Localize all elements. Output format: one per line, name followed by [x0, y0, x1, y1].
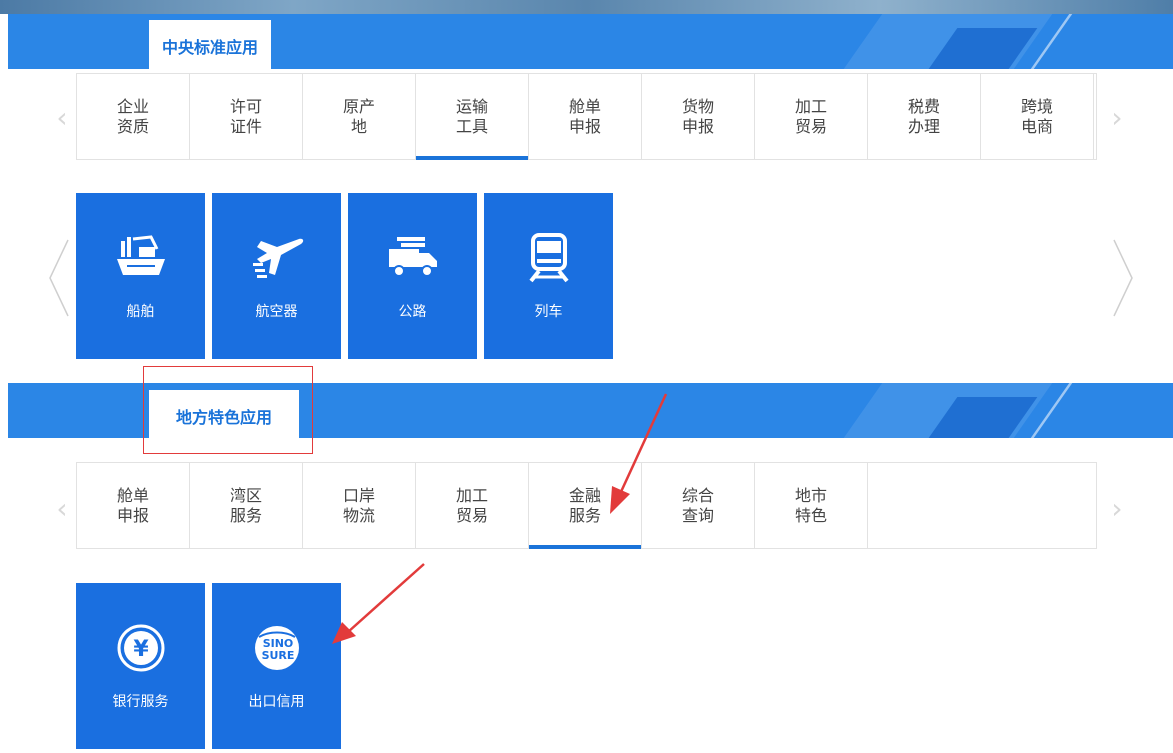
- local-tab[interactable]: 综合 查询: [642, 463, 755, 548]
- central-tiles-next-icon[interactable]: [1110, 238, 1136, 318]
- svg-text:¥: ¥: [133, 637, 149, 662]
- local-tile[interactable]: SINO SURE 出口信用: [212, 583, 341, 749]
- tile-label: 列车: [534, 304, 563, 320]
- central-tile[interactable]: 列车: [484, 193, 613, 359]
- airplane-icon: [247, 233, 307, 283]
- central-tab[interactable]: 许可 证件: [190, 74, 303, 159]
- central-tile[interactable]: 公路: [348, 193, 477, 359]
- local-tab[interactable]: 湾区 服务: [190, 463, 303, 548]
- central-section-title[interactable]: 中央标准应用: [149, 20, 271, 72]
- central-tab[interactable]: 运输 工具: [416, 74, 529, 160]
- sinosure-logo-icon: SINO SURE: [247, 623, 307, 673]
- central-tabs-empty-area: [1094, 74, 1096, 159]
- top-banner-image: [0, 0, 1173, 14]
- local-tiles: ¥ 银行服务 SINO SURE 出口信用: [76, 583, 341, 749]
- tile-label: 航空器: [255, 304, 298, 320]
- central-tab[interactable]: 企业 资质: [77, 74, 190, 159]
- local-tab[interactable]: 地市 特色: [755, 463, 868, 548]
- train-icon: [519, 233, 579, 283]
- local-category-tabs: 舱单 申报 湾区 服务 口岸 物流 加工 贸易 金融 服务 综合 查询 地市 特色: [76, 462, 1097, 549]
- tile-label: 船舶: [126, 304, 155, 320]
- local-tab[interactable]: 金融 服务: [529, 463, 642, 549]
- local-tab[interactable]: 舱单 申报: [77, 463, 190, 548]
- central-tab[interactable]: 货物 申报: [642, 74, 755, 159]
- tile-label: 出口信用: [248, 694, 305, 710]
- ship-icon: [111, 233, 171, 283]
- central-tabs-next-icon[interactable]: ›: [1107, 101, 1127, 134]
- local-tabs-next-icon[interactable]: ›: [1107, 492, 1127, 525]
- local-tile[interactable]: ¥ 银行服务: [76, 583, 205, 749]
- local-tabs-empty-area: [868, 463, 1096, 548]
- local-tab[interactable]: 口岸 物流: [303, 463, 416, 548]
- central-category-tabs: 企业 资质 许可 证件 原产 地运输 工具 舱单 申报 货物 申报 加工 贸易 税费 办理跨…: [76, 73, 1097, 160]
- local-tab[interactable]: 加工 贸易: [416, 463, 529, 548]
- central-tabs-prev-icon[interactable]: ‹: [52, 101, 72, 134]
- tile-label: 银行服务: [112, 694, 169, 710]
- truck-icon: [383, 233, 443, 283]
- central-tiles: 船舶 航空器 公路 列车: [76, 193, 613, 359]
- central-tab[interactable]: 舱单 申报: [529, 74, 642, 159]
- local-tabs-prev-icon[interactable]: ‹: [52, 492, 72, 525]
- central-tab[interactable]: 税费 办理: [868, 74, 981, 159]
- local-section-title[interactable]: 地方特色应用: [149, 390, 299, 442]
- svg-text:SURE: SURE: [261, 649, 294, 662]
- central-tiles-prev-icon[interactable]: [46, 238, 72, 318]
- yuan-coin-icon: ¥: [111, 623, 171, 673]
- central-tile[interactable]: 航空器: [212, 193, 341, 359]
- central-tab[interactable]: 原产 地: [303, 74, 416, 159]
- tile-label: 公路: [398, 304, 427, 320]
- central-tile[interactable]: 船舶: [76, 193, 205, 359]
- central-tab[interactable]: 加工 贸易: [755, 74, 868, 159]
- central-tab[interactable]: 跨境 电商: [981, 74, 1094, 159]
